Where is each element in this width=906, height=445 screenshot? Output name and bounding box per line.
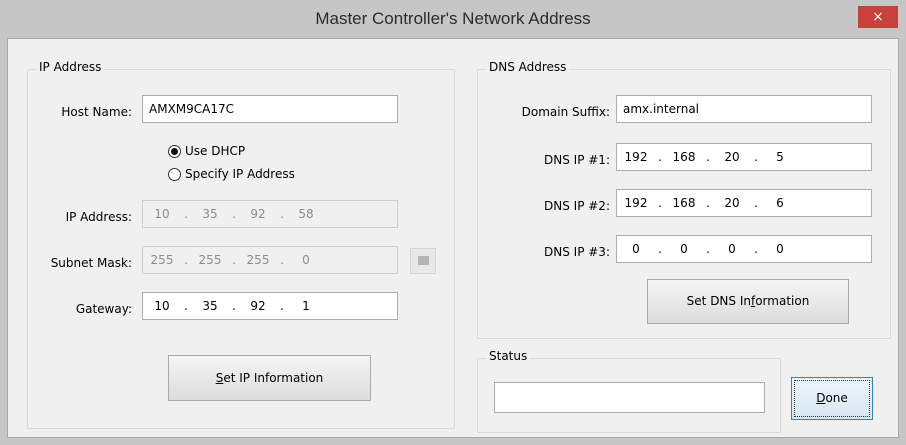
dns-ip-3-label: DNS IP #3: <box>544 245 610 259</box>
specify-ip-radio[interactable]: Specify IP Address <box>168 167 295 181</box>
ip-octet-4: 58 <box>298 207 314 221</box>
set-ip-label: et IP Information <box>223 371 324 385</box>
subnet-mask-label: Subnet Mask: <box>50 256 132 270</box>
dns1-octet-2[interactable]: 168 <box>665 144 703 170</box>
use-dhcp-label: Use DHCP <box>185 144 246 158</box>
dns1-octet-1[interactable]: 192 <box>617 144 655 170</box>
ip-dot: . <box>706 150 710 164</box>
dns3-octet-1[interactable]: 0 <box>617 236 655 262</box>
set-dns-label-a: Set DNS In <box>686 294 751 308</box>
dns2-octet-1[interactable]: 192 <box>617 190 655 216</box>
ip-dot: . <box>658 196 662 210</box>
dns2-octet-4[interactable]: 6 <box>761 190 799 216</box>
ip-dot: . <box>754 150 758 164</box>
specify-ip-label: Specify IP Address <box>185 167 295 181</box>
dns1-octet-4[interactable]: 5 <box>761 144 799 170</box>
ip-dot: . <box>658 150 662 164</box>
dns3-octet-4[interactable]: 0 <box>761 236 799 262</box>
dns-ip-1-label: DNS IP #1: <box>544 153 610 167</box>
dns1-octet-3[interactable]: 20 <box>713 144 751 170</box>
ip-dot: . <box>658 242 662 256</box>
ip-dot: . <box>706 242 710 256</box>
ip-dot: . <box>184 253 188 267</box>
title-bar[interactable]: Master Controller's Network Address × <box>0 0 906 38</box>
status-field <box>494 382 765 413</box>
ip-dot: . <box>280 253 284 267</box>
status-group-title: Status <box>486 349 531 363</box>
ip-dot: . <box>184 299 188 313</box>
close-icon: × <box>872 9 884 25</box>
ip-address-label: IP Address: <box>65 210 132 224</box>
ip-dot: . <box>754 196 758 210</box>
ip-address-field: 10. 35. 92. 58 <box>142 200 398 228</box>
subnet-mask-field: 255. 255. 255. 0 <box>142 246 398 274</box>
set-dns-label-b: ormation <box>755 294 810 308</box>
dns-address-group-title: DNS Address <box>486 60 570 74</box>
dialog-window: Master Controller's Network Address × IP… <box>0 0 906 445</box>
domain-suffix-field[interactable]: amx.internal <box>616 95 872 123</box>
dns3-octet-2[interactable]: 0 <box>665 236 703 262</box>
domain-suffix-label: Domain Suffix: <box>521 105 610 119</box>
ip-dot: . <box>232 299 236 313</box>
ip-dot: . <box>232 253 236 267</box>
gateway-octet-4[interactable]: 1 <box>287 293 325 319</box>
dialog-body: IP Address Host Name: AMXM9CA17C Use DHC… <box>7 38 899 438</box>
subnet-calc-button <box>410 248 436 274</box>
ip-octet-2: 35 <box>202 207 218 221</box>
dns-ip-3-field[interactable]: 0. 0. 0. 0 <box>616 235 872 263</box>
done-label: one <box>825 391 848 405</box>
gateway-octet-1[interactable]: 10 <box>143 293 181 319</box>
use-dhcp-radio[interactable]: Use DHCP <box>168 144 245 158</box>
gateway-octet-3[interactable]: 92 <box>239 293 277 319</box>
host-name-field[interactable]: AMXM9CA17C <box>142 95 398 123</box>
ip-dot: . <box>280 207 284 221</box>
dns2-octet-3[interactable]: 20 <box>713 190 751 216</box>
dns-ip-2-field[interactable]: 192. 168. 20. 6 <box>616 189 872 217</box>
square-icon <box>418 256 429 265</box>
close-button[interactable]: × <box>858 6 898 28</box>
ip-address-group-title: IP Address <box>36 60 105 74</box>
set-ip-information-button[interactable]: Set IP Information <box>168 355 371 401</box>
host-name-label: Host Name: <box>61 105 132 119</box>
gateway-label: Gateway: <box>75 302 132 316</box>
dns2-octet-2[interactable]: 168 <box>665 190 703 216</box>
dns3-octet-3[interactable]: 0 <box>713 236 751 262</box>
ip-octet-3: 92 <box>250 207 266 221</box>
ip-dot: . <box>754 242 758 256</box>
dns-ip-2-label: DNS IP #2: <box>544 199 610 213</box>
ip-octet-1: 10 <box>154 207 170 221</box>
ip-dot: . <box>280 299 284 313</box>
subnet-octet-3: 255 <box>246 253 270 267</box>
subnet-octet-1: 255 <box>150 253 174 267</box>
dns-ip-1-field[interactable]: 192. 168. 20. 5 <box>616 143 872 171</box>
done-button[interactable]: Done <box>791 377 873 420</box>
ip-dot: . <box>184 207 188 221</box>
subnet-octet-2: 255 <box>198 253 222 267</box>
window-title: Master Controller's Network Address <box>315 9 591 28</box>
radio-unselected-icon <box>168 167 181 181</box>
gateway-field[interactable]: 10. 35. 92. 1 <box>142 292 398 320</box>
radio-selected-icon <box>168 144 181 158</box>
ip-dot: . <box>706 196 710 210</box>
gateway-octet-2[interactable]: 35 <box>191 293 229 319</box>
ip-dot: . <box>232 207 236 221</box>
set-dns-information-button[interactable]: Set DNS Information <box>647 279 849 324</box>
subnet-octet-4: 0 <box>302 253 310 267</box>
